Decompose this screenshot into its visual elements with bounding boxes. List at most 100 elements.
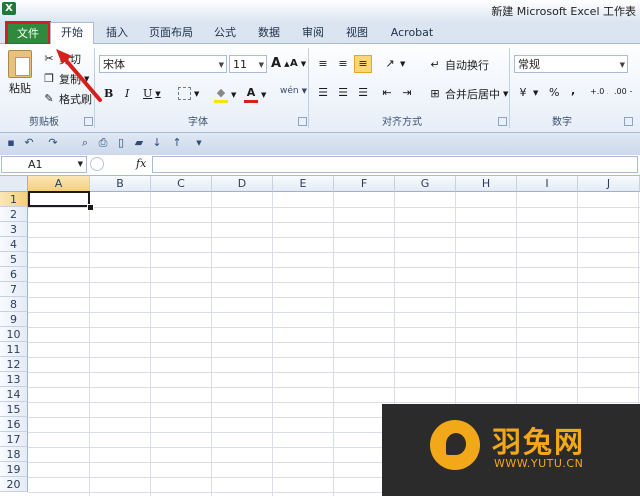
number-format-combo[interactable]: 常规 ▼ xyxy=(514,55,628,73)
row-header-1[interactable]: 1 xyxy=(0,192,28,207)
column-header-b[interactable]: B xyxy=(90,176,151,192)
row-header-6[interactable]: 6 xyxy=(0,267,28,282)
row-header-12[interactable]: 12 xyxy=(0,357,28,372)
row-header-16[interactable]: 16 xyxy=(0,417,28,432)
clipboard-launcher-icon[interactable] xyxy=(84,117,93,126)
sort-descending-icon[interactable]: ↑ xyxy=(170,136,184,150)
save-icon[interactable]: ▪ xyxy=(4,136,18,150)
bold-button[interactable]: B xyxy=(104,87,113,100)
print-icon[interactable]: ⎙ xyxy=(96,136,110,150)
row-header-5[interactable]: 5 xyxy=(0,252,28,267)
tab-file[interactable]: 文件 xyxy=(5,21,51,46)
tab-data[interactable]: 数据 xyxy=(252,24,286,42)
row-header-15[interactable]: 15 xyxy=(0,402,28,417)
underline-button[interactable]: U ▼ xyxy=(143,87,161,100)
column-header-h[interactable]: H xyxy=(456,176,517,192)
group-divider xyxy=(94,48,95,128)
wrap-text-button[interactable]: ↵ 自动换行 xyxy=(428,57,489,73)
merge-center-button[interactable]: ⊞ 合并后居中 ▼ xyxy=(428,86,508,102)
row-header-8[interactable]: 8 xyxy=(0,297,28,312)
alignment-launcher-icon[interactable] xyxy=(498,117,507,126)
copy-button[interactable]: ❐ 复制 ▼ xyxy=(42,71,89,87)
font-name-combo[interactable]: 宋体 ▼ xyxy=(99,55,227,73)
column-header-e[interactable]: E xyxy=(273,176,334,192)
row-header-7[interactable]: 7 xyxy=(0,282,28,297)
insert-function-icon[interactable]: fx xyxy=(136,157,150,170)
row-header-4[interactable]: 4 xyxy=(0,237,28,252)
row-header-2[interactable]: 2 xyxy=(0,207,28,222)
borders-button[interactable]: ▼ xyxy=(178,87,199,100)
redo-icon[interactable]: ↷ xyxy=(46,136,60,150)
font-color-button[interactable]: A ▼ xyxy=(244,86,266,103)
row-header-20[interactable]: 20 xyxy=(0,477,28,492)
tab-review[interactable]: 审阅 xyxy=(296,24,330,42)
increase-decimal-button[interactable]: +.0 .00 xyxy=(590,87,608,96)
align-center-button[interactable]: ☰ xyxy=(336,86,350,100)
row-header-18[interactable]: 18 xyxy=(0,447,28,462)
sort-ascending-icon[interactable]: ↓ xyxy=(150,136,164,150)
name-box-resize-handle[interactable] xyxy=(90,157,104,171)
text-orientation-icon: ↗ xyxy=(385,57,395,70)
row-header-14[interactable]: 14 xyxy=(0,387,28,402)
number-launcher-icon[interactable] xyxy=(624,117,633,126)
column-header-d[interactable]: D xyxy=(212,176,273,192)
customize-toolbar-icon[interactable]: ▼ xyxy=(192,136,206,150)
tab-page-layout[interactable]: 页面布局 xyxy=(146,24,196,42)
new-document-icon[interactable]: ▯ xyxy=(114,136,128,150)
column-header-i[interactable]: I xyxy=(517,176,578,192)
tab-formulas[interactable]: 公式 xyxy=(208,24,242,42)
align-right-button[interactable]: ☰ xyxy=(356,86,370,100)
format-painter-button[interactable]: ✎ 格式刷 xyxy=(42,91,92,107)
align-left-button[interactable]: ☰ xyxy=(316,86,330,100)
comma-button[interactable]: , xyxy=(571,84,575,97)
font-name-value: 宋体 xyxy=(103,58,125,71)
fill-color-button[interactable]: ◆ ▼ xyxy=(214,86,236,103)
select-all-corner[interactable] xyxy=(0,176,28,192)
row-header-17[interactable]: 17 xyxy=(0,432,28,447)
grow-font-button[interactable]: A ▲ xyxy=(271,56,289,71)
row-header-9[interactable]: 9 xyxy=(0,312,28,327)
name-box[interactable]: A1 ▼ xyxy=(1,156,87,173)
tab-insert[interactable]: 插入 xyxy=(100,24,134,42)
decrease-indent-button[interactable]: ⇤ xyxy=(380,86,394,100)
column-header-j[interactable]: J xyxy=(578,176,640,192)
orientation-button[interactable]: ↗ ▼ xyxy=(383,57,405,71)
row-header-11[interactable]: 11 xyxy=(0,342,28,357)
column-header-a[interactable]: A xyxy=(28,176,90,192)
column-header-c[interactable]: C xyxy=(151,176,212,192)
excel-app-icon[interactable]: X xyxy=(2,2,16,15)
currency-button[interactable]: ¥ ▼ xyxy=(516,86,539,100)
fill-handle[interactable] xyxy=(87,204,94,211)
font-size-combo[interactable]: 11 ▼ xyxy=(229,55,267,73)
open-folder-icon[interactable]: ▰ xyxy=(132,136,146,150)
format-painter-label: 格式刷 xyxy=(59,93,92,106)
active-cell[interactable] xyxy=(28,191,90,207)
column-header-f[interactable]: F xyxy=(334,176,395,192)
paste-button[interactable]: 粘贴 xyxy=(8,50,32,96)
decrease-decimal-button[interactable]: .00 +.0 xyxy=(614,87,632,96)
chevron-down-icon: ▼ xyxy=(619,61,625,69)
print-preview-icon[interactable]: ⌕ xyxy=(78,136,92,150)
italic-button[interactable]: I xyxy=(125,87,129,100)
percent-icon: % xyxy=(549,86,560,99)
tab-home[interactable]: 开始 xyxy=(50,22,94,44)
row-header-3[interactable]: 3 xyxy=(0,222,28,237)
formula-input[interactable] xyxy=(152,156,638,173)
undo-icon[interactable]: ↶ xyxy=(22,136,36,150)
shrink-font-button[interactable]: A ▼ xyxy=(290,58,306,69)
align-middle-button[interactable]: ≡ xyxy=(336,57,350,71)
phonetic-button[interactable]: wén ▼ xyxy=(280,86,307,96)
row-header-10[interactable]: 10 xyxy=(0,327,28,342)
row-header-13[interactable]: 13 xyxy=(0,372,28,387)
row-header-19[interactable]: 19 xyxy=(0,462,28,477)
align-bottom-button[interactable]: ≡ xyxy=(354,55,372,73)
align-top-button[interactable]: ≡ xyxy=(316,57,330,71)
percent-button[interactable]: % xyxy=(549,86,559,99)
increase-indent-button[interactable]: ⇥ xyxy=(400,86,414,100)
font-launcher-icon[interactable] xyxy=(298,117,307,126)
tab-view[interactable]: 视图 xyxy=(340,24,374,42)
column-header-g[interactable]: G xyxy=(395,176,456,192)
cut-button[interactable]: ✂ 剪切 xyxy=(42,51,81,67)
tab-acrobat[interactable]: Acrobat xyxy=(386,24,438,42)
brush-icon: ✎ xyxy=(44,92,54,105)
